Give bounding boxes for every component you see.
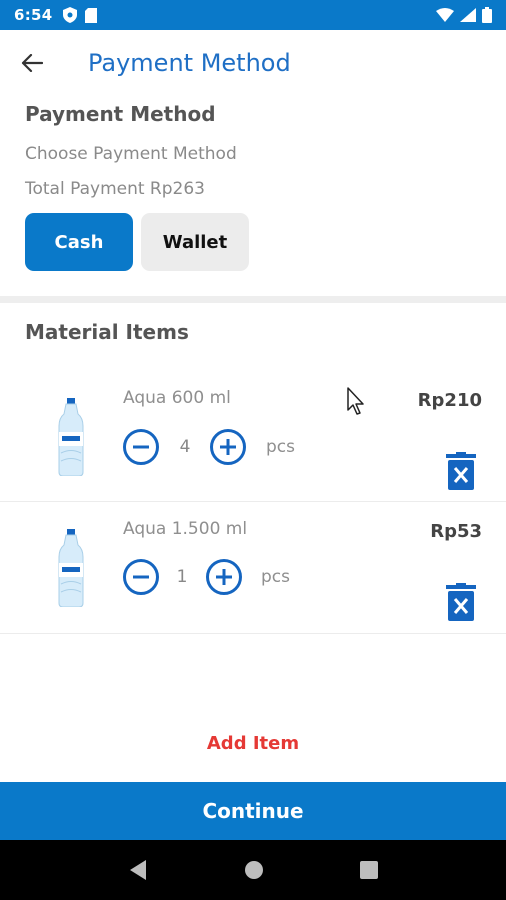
shield-icon <box>62 7 77 23</box>
home-circle-icon[interactable] <box>244 860 264 880</box>
mouse-cursor-icon <box>347 387 364 415</box>
section-divider <box>0 296 506 303</box>
quantity-unit: pcs <box>261 567 290 587</box>
arrow-left-icon <box>21 54 43 72</box>
quantity-value: 4 <box>179 437 191 457</box>
decrement-button[interactable] <box>122 558 160 596</box>
increment-button[interactable] <box>205 558 243 596</box>
total-payment: Total Payment Rp263 <box>25 179 205 199</box>
item-price: Rp53 <box>430 521 482 542</box>
decrement-button[interactable] <box>122 428 160 466</box>
payment-subtitle: Choose Payment Method <box>25 144 237 164</box>
delete-icon[interactable] <box>446 452 476 490</box>
quantity-value: 1 <box>176 567 188 587</box>
sd-card-icon <box>84 7 97 23</box>
quantity-unit: pcs <box>266 437 295 457</box>
add-item-button[interactable]: Add Item <box>0 733 506 754</box>
list-item: Aqua 1.500 ml Rp53 1 pcs <box>0 503 506 634</box>
increment-button[interactable] <box>209 428 247 466</box>
status-bar: 6:54 <box>0 0 506 30</box>
wifi-icon <box>436 8 454 22</box>
delete-icon[interactable] <box>446 583 476 621</box>
page-title: Payment Method <box>88 49 291 77</box>
app-bar: Payment Method <box>0 30 506 96</box>
cash-button[interactable]: Cash <box>25 213 133 271</box>
water-bottle-image <box>58 398 84 476</box>
signal-icon <box>460 8 476 22</box>
list-item: Aqua 600 ml Rp210 4 pcs <box>0 370 506 502</box>
item-name: Aqua 1.500 ml <box>123 519 248 539</box>
status-time: 6:54 <box>14 6 53 24</box>
back-triangle-icon[interactable] <box>128 859 148 881</box>
item-price: Rp210 <box>417 390 482 411</box>
payment-section-title: Payment Method <box>25 102 216 126</box>
wallet-button[interactable]: Wallet <box>141 213 249 271</box>
battery-icon <box>482 7 492 23</box>
back-button[interactable] <box>0 30 64 96</box>
item-name: Aqua 600 ml <box>123 388 231 408</box>
system-nav-bar <box>0 840 506 900</box>
continue-button[interactable]: Continue <box>0 782 506 840</box>
water-bottle-image <box>58 529 84 607</box>
material-section-title: Material Items <box>25 320 189 344</box>
recents-square-icon[interactable] <box>360 861 378 879</box>
